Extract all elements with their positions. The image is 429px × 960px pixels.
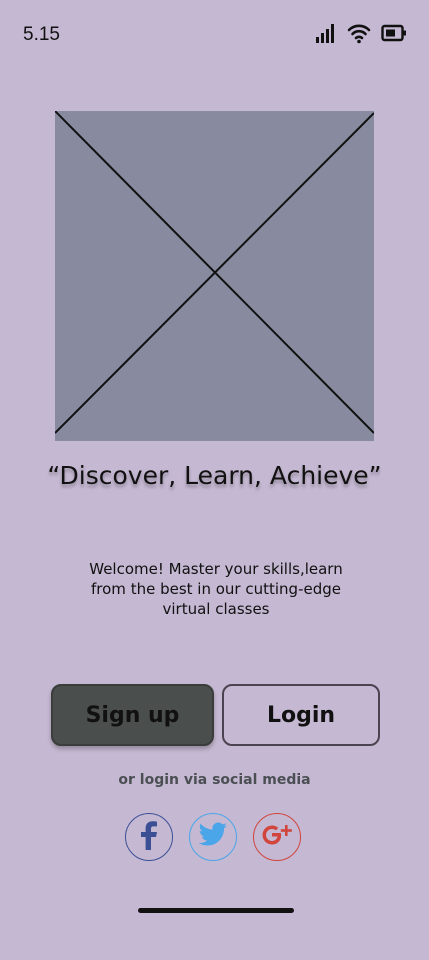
google-plus-login-button[interactable] [253, 813, 301, 861]
placeholder-image-icon [55, 111, 374, 434]
signup-button[interactable]: Sign up [51, 684, 214, 746]
wifi-icon [347, 22, 371, 48]
google-plus-icon [262, 822, 292, 852]
tagline: “Discover, Learn, Achieve” [47, 461, 382, 490]
welcome-text: Welcome! Master your skills,learn from t… [89, 560, 343, 618]
home-indicator[interactable] [138, 908, 294, 913]
social-login-row [125, 813, 301, 861]
social-login-label: or login via social media [118, 772, 311, 788]
twitter-icon [198, 822, 228, 852]
status-bar: 5.15 [0, 0, 429, 70]
login-button[interactable]: Login [222, 684, 380, 746]
status-icons [315, 22, 407, 48]
signal-icon [315, 22, 337, 48]
battery-icon [381, 23, 407, 47]
hero-placeholder-image [55, 111, 374, 441]
status-time: 5.15 [23, 24, 60, 45]
facebook-login-button[interactable] [125, 813, 173, 861]
facebook-icon [135, 820, 163, 854]
twitter-login-button[interactable] [189, 813, 237, 861]
